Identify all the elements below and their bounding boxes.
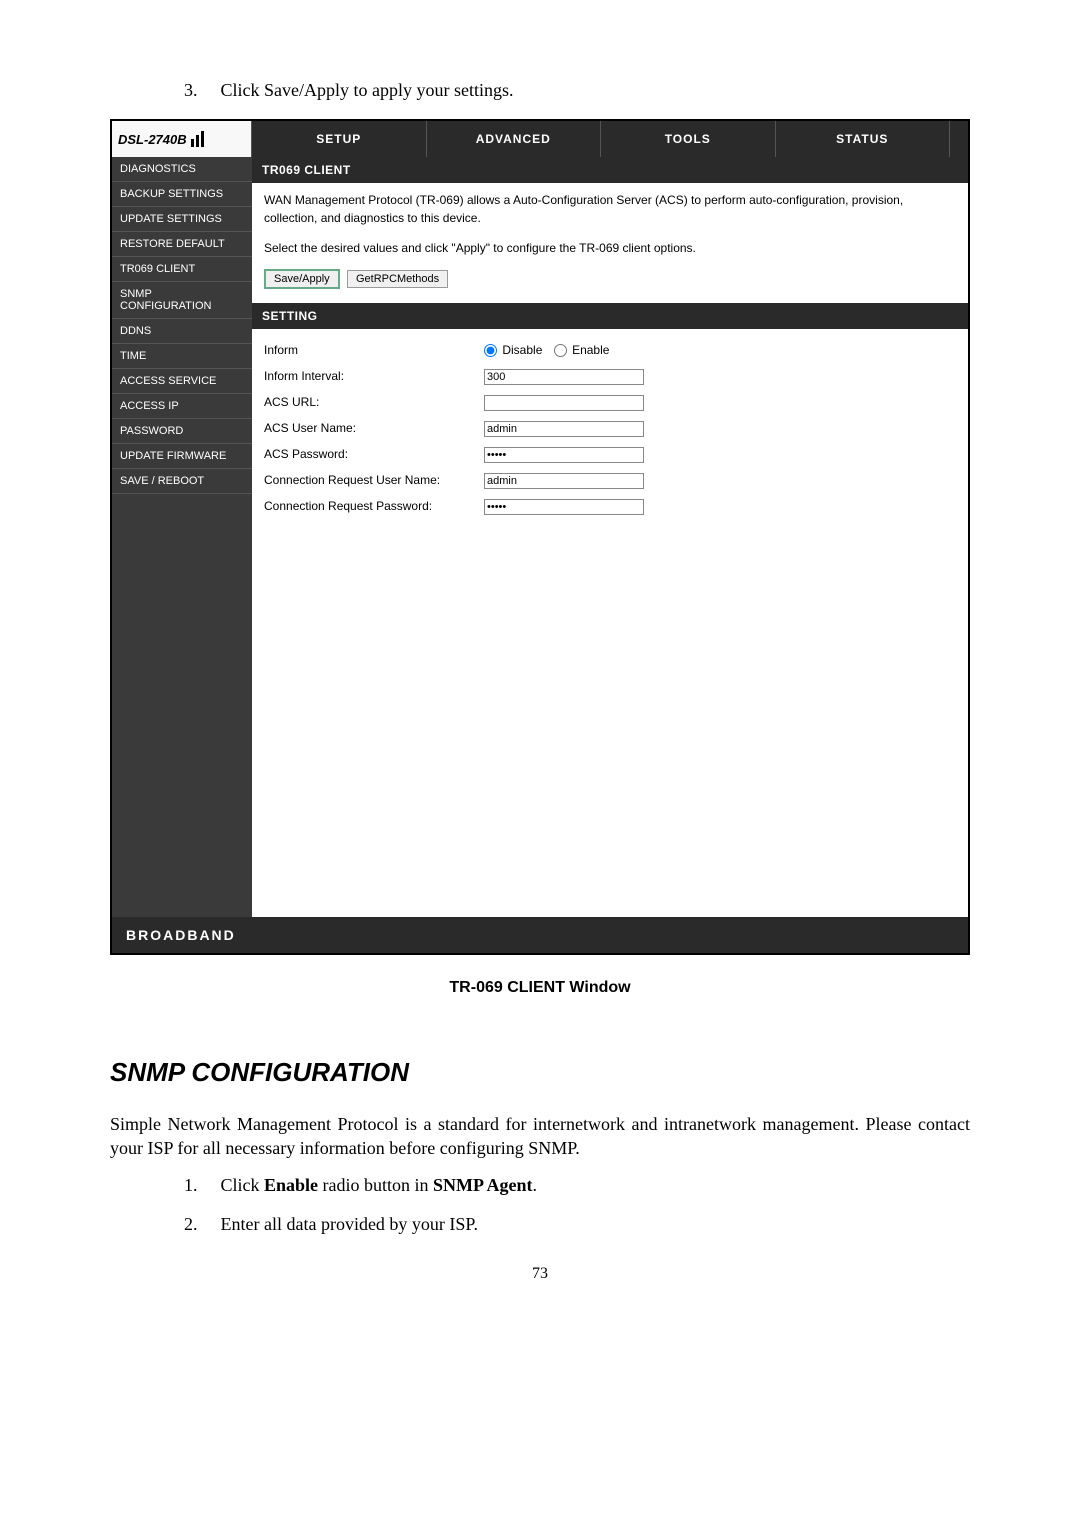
snmp-configuration-heading: SNMP CONFIGURATION xyxy=(110,1057,970,1088)
step-bold: Enable xyxy=(264,1175,318,1195)
sidebar-item-ddns[interactable]: DDNS xyxy=(112,319,252,344)
snmp-intro-paragraph: Simple Network Management Protocol is a … xyxy=(110,1112,970,1161)
step-number: 3. xyxy=(184,80,216,101)
inform-disable-radio[interactable] xyxy=(484,344,497,357)
getrpcmethods-button[interactable]: GetRPCMethods xyxy=(347,270,448,288)
sidebar-item-save-reboot[interactable]: SAVE / REBOOT xyxy=(112,469,252,494)
sidebar-item-access-service[interactable]: ACCESS SERVICE xyxy=(112,369,252,394)
step-number: 1. xyxy=(184,1175,216,1196)
step-text: Click Save/Apply to apply your settings. xyxy=(221,80,514,100)
acs-url-input[interactable] xyxy=(484,395,644,411)
sidebar-item-password[interactable]: PASSWORD xyxy=(112,419,252,444)
step-text-part: Click xyxy=(221,1175,265,1195)
connection-request-user-label: Connection Request User Name: xyxy=(264,467,484,493)
tr069-client-header: TR069 CLIENT xyxy=(252,157,968,183)
tab-status[interactable]: STATUS xyxy=(776,121,951,157)
device-model-logo: DSL-2740B xyxy=(112,121,252,157)
content-panel: TR069 CLIENT WAN Management Protocol (TR… xyxy=(252,157,968,917)
broadband-footer: BROADBAND xyxy=(112,917,968,953)
acs-password-label: ACS Password: xyxy=(264,441,484,467)
step-text-part: radio button in xyxy=(318,1175,433,1195)
sidebar-item-snmp-configuration[interactable]: SNMP CONFIGURATION xyxy=(112,282,252,319)
figure-caption: TR-069 CLIENT Window xyxy=(110,979,970,997)
sidebar-item-time[interactable]: TIME xyxy=(112,344,252,369)
connection-request-password-input[interactable] xyxy=(484,499,644,515)
instruction-step-1: 1. Click Enable radio button in SNMP Age… xyxy=(184,1175,970,1196)
inform-disable-option[interactable]: Disable xyxy=(484,343,546,357)
sidebar-item-access-ip[interactable]: ACCESS IP xyxy=(112,394,252,419)
signal-bars-icon xyxy=(191,131,204,147)
inform-interval-input[interactable] xyxy=(484,369,644,385)
acs-user-name-input[interactable] xyxy=(484,421,644,437)
acs-user-name-label: ACS User Name: xyxy=(264,415,484,441)
instruction-step-2: 2. Enter all data provided by your ISP. xyxy=(184,1214,970,1235)
tab-tools[interactable]: TOOLS xyxy=(601,121,776,157)
setting-header: SETTING xyxy=(252,303,968,329)
sidebar-item-update-firmware[interactable]: UPDATE FIRMWARE xyxy=(112,444,252,469)
sidebar-item-update-settings[interactable]: UPDATE SETTINGS xyxy=(112,207,252,232)
save-apply-button[interactable]: Save/Apply xyxy=(264,269,340,289)
sidebar-item-restore-default[interactable]: RESTORE DEFAULT xyxy=(112,232,252,257)
inform-enable-radio[interactable] xyxy=(554,344,567,357)
sidebar: DIAGNOSTICS BACKUP SETTINGS UPDATE SETTI… xyxy=(112,157,252,917)
tab-advanced[interactable]: ADVANCED xyxy=(427,121,602,157)
tr069-description-1: WAN Management Protocol (TR-069) allows … xyxy=(264,191,956,227)
step-text: Enter all data provided by your ISP. xyxy=(221,1214,478,1234)
inform-enable-option[interactable]: Enable xyxy=(554,343,610,357)
page-number: 73 xyxy=(110,1265,970,1283)
connection-request-password-label: Connection Request Password: xyxy=(264,493,484,519)
router-ui-screenshot: DSL-2740B SETUP ADVANCED TOOLS STATUS DI… xyxy=(110,119,970,955)
sidebar-item-tr069-client[interactable]: TR069 CLIENT xyxy=(112,257,252,282)
device-model: DSL-2740B xyxy=(118,132,187,147)
tr069-description-2: Select the desired values and click "App… xyxy=(264,239,956,257)
nav-gap xyxy=(950,121,968,157)
step-text-part: . xyxy=(533,1175,538,1195)
inform-label: Inform xyxy=(264,337,484,363)
acs-password-input[interactable] xyxy=(484,447,644,463)
step-number: 2. xyxy=(184,1214,216,1235)
tab-setup[interactable]: SETUP xyxy=(252,121,427,157)
sidebar-item-backup-settings[interactable]: BACKUP SETTINGS xyxy=(112,182,252,207)
inform-interval-label: Inform Interval: xyxy=(264,363,484,389)
sidebar-item-diagnostics[interactable]: DIAGNOSTICS xyxy=(112,157,252,182)
acs-url-label: ACS URL: xyxy=(264,389,484,415)
step-bold: SNMP Agent xyxy=(433,1175,533,1195)
connection-request-user-input[interactable] xyxy=(484,473,644,489)
instruction-step-3: 3. Click Save/Apply to apply your settin… xyxy=(184,80,970,101)
